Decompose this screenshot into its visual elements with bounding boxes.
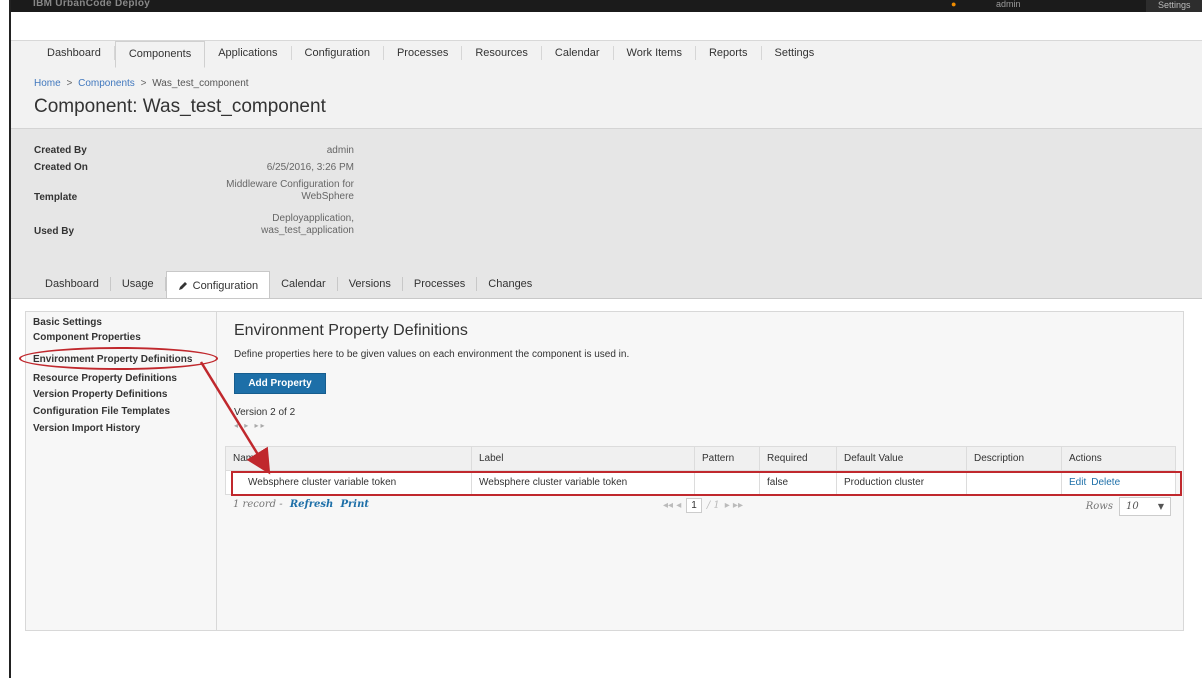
table-header-row: Name Label Pattern Required Default Valu… — [225, 446, 1176, 471]
component-tabs: Dashboard Usage Configuration Calendar V… — [34, 270, 543, 301]
nav-configuration[interactable]: Configuration — [292, 46, 384, 60]
top-bar: IBM UrbanCode Deploy ● admin Settings — [11, 0, 1202, 15]
created-by-label: Created By — [34, 145, 87, 156]
record-count-area: 1 record - Refresh Print — [233, 499, 369, 510]
rows-select[interactable]: 10 ▼ — [1119, 497, 1171, 516]
menu-resource-property-definitions[interactable]: Resource Property Definitions — [33, 373, 177, 384]
annotation-ellipse — [19, 347, 218, 370]
used-by-value-line1: Deployapplication, — [272, 213, 354, 224]
template-value-line1: Middleware Configuration for — [226, 179, 354, 190]
main-nav-bar: Dashboard Components Applications Config… — [34, 40, 828, 68]
notification-icon[interactable]: ● — [951, 0, 956, 9]
nav-settings[interactable]: Settings — [762, 46, 828, 60]
page-input[interactable]: 1 — [686, 498, 702, 513]
breadcrumb-separator: > — [66, 78, 73, 89]
page-title: Component: Was_test_component — [34, 96, 326, 117]
created-on-label: Created On — [34, 162, 88, 173]
table-footer: 1 record - Refresh Print ◂◂ ◂ 1 / 1 ▸ ▸▸… — [225, 496, 1176, 518]
nav-dashboard[interactable]: Dashboard — [34, 46, 115, 60]
tab-versions[interactable]: Versions — [338, 277, 403, 291]
template-value[interactable]: Middleware Configuration for WebSphere — [154, 179, 354, 203]
breadcrumb-separator: > — [140, 78, 147, 89]
refresh-link[interactable]: Refresh — [290, 499, 334, 510]
tab-configuration-label: Configuration — [192, 280, 259, 292]
col-pattern[interactable]: Pattern — [694, 446, 760, 471]
tab-usage[interactable]: Usage — [111, 277, 166, 291]
rows-value: 10 — [1126, 501, 1139, 512]
menu-version-property-definitions[interactable]: Version Property Definitions — [33, 389, 167, 400]
chevron-down-icon: ▼ — [1157, 502, 1164, 511]
nav-calendar[interactable]: Calendar — [542, 46, 614, 60]
version-text: Version 2 of 2 — [234, 407, 296, 418]
table-pager: ◂◂ ◂ 1 / 1 ▸ ▸▸ — [663, 498, 743, 513]
record-count: 1 record — [233, 499, 277, 510]
col-actions: Actions — [1061, 446, 1176, 471]
version-pager[interactable]: ◂ ▸ ▸▸ — [234, 421, 267, 430]
breadcrumb-home[interactable]: Home — [34, 78, 61, 89]
nav-processes[interactable]: Processes — [384, 46, 463, 60]
annotation-rectangle — [231, 471, 1182, 496]
created-on-value: 6/25/2016, 3:26 PM — [266, 162, 354, 173]
menu-component-properties[interactable]: Component Properties — [33, 332, 141, 343]
app-name: IBM UrbanCode Deploy — [33, 0, 151, 9]
created-by-value: admin — [326, 145, 354, 156]
breadcrumb-current: Was_test_component — [152, 78, 249, 89]
template-label: Template — [34, 192, 78, 203]
nav-components[interactable]: Components — [114, 40, 206, 68]
breadcrumb-components[interactable]: Components — [78, 78, 135, 89]
menu-configuration-file-templates[interactable]: Configuration File Templates — [33, 406, 170, 417]
template-value-line2: WebSphere — [301, 191, 354, 202]
nav-work-items[interactable]: Work Items — [614, 46, 696, 60]
settings-menu[interactable]: Settings — [1146, 0, 1202, 12]
print-link[interactable]: Print — [341, 499, 369, 510]
menu-version-import-history[interactable]: Version Import History — [33, 423, 140, 434]
page-frame: IBM UrbanCode Deploy ● admin Settings Da… — [9, 0, 1202, 678]
header-area: Home > Components > Was_test_component C… — [11, 68, 1202, 128]
tab-calendar[interactable]: Calendar — [270, 277, 338, 291]
page-total: / 1 — [706, 500, 720, 511]
tab-changes[interactable]: Changes — [477, 277, 543, 291]
pencil-icon — [178, 282, 187, 290]
nav-reports[interactable]: Reports — [696, 46, 762, 60]
add-property-button[interactable]: Add Property — [234, 373, 326, 394]
user-menu[interactable]: admin — [996, 0, 1021, 9]
tab-configuration[interactable]: Configuration — [165, 271, 271, 301]
nav-applications[interactable]: Applications — [205, 46, 292, 60]
rows-per-page: Rows 10 ▼ — [1086, 497, 1171, 516]
breadcrumb: Home > Components > Was_test_component — [34, 78, 249, 89]
rows-label: Rows — [1085, 501, 1113, 512]
used-by-value[interactable]: Deployapplication, was_test_application — [154, 213, 354, 237]
menu-basic-settings[interactable]: Basic Settings — [33, 317, 102, 328]
col-default-value[interactable]: Default Value — [836, 446, 967, 471]
nav-resources[interactable]: Resources — [462, 46, 542, 60]
used-by-label: Used By — [34, 226, 75, 237]
tab-processes[interactable]: Processes — [403, 277, 478, 291]
panel-title: Environment Property Definitions — [234, 322, 468, 339]
panel-description: Define properties here to be given value… — [234, 349, 630, 360]
footer-dash: - — [279, 499, 283, 510]
main-nav: Dashboard Components Applications Config… — [11, 12, 1202, 68]
tab-dashboard[interactable]: Dashboard — [34, 277, 111, 291]
pager-first-prev[interactable]: ◂◂ ◂ — [663, 500, 681, 511]
col-description[interactable]: Description — [966, 446, 1062, 471]
col-required[interactable]: Required — [759, 446, 837, 471]
col-label[interactable]: Label — [471, 446, 695, 471]
used-by-value-line2: was_test_application — [261, 225, 354, 236]
col-name[interactable]: Name — [225, 446, 472, 471]
pager-next-last[interactable]: ▸ ▸▸ — [725, 500, 743, 511]
